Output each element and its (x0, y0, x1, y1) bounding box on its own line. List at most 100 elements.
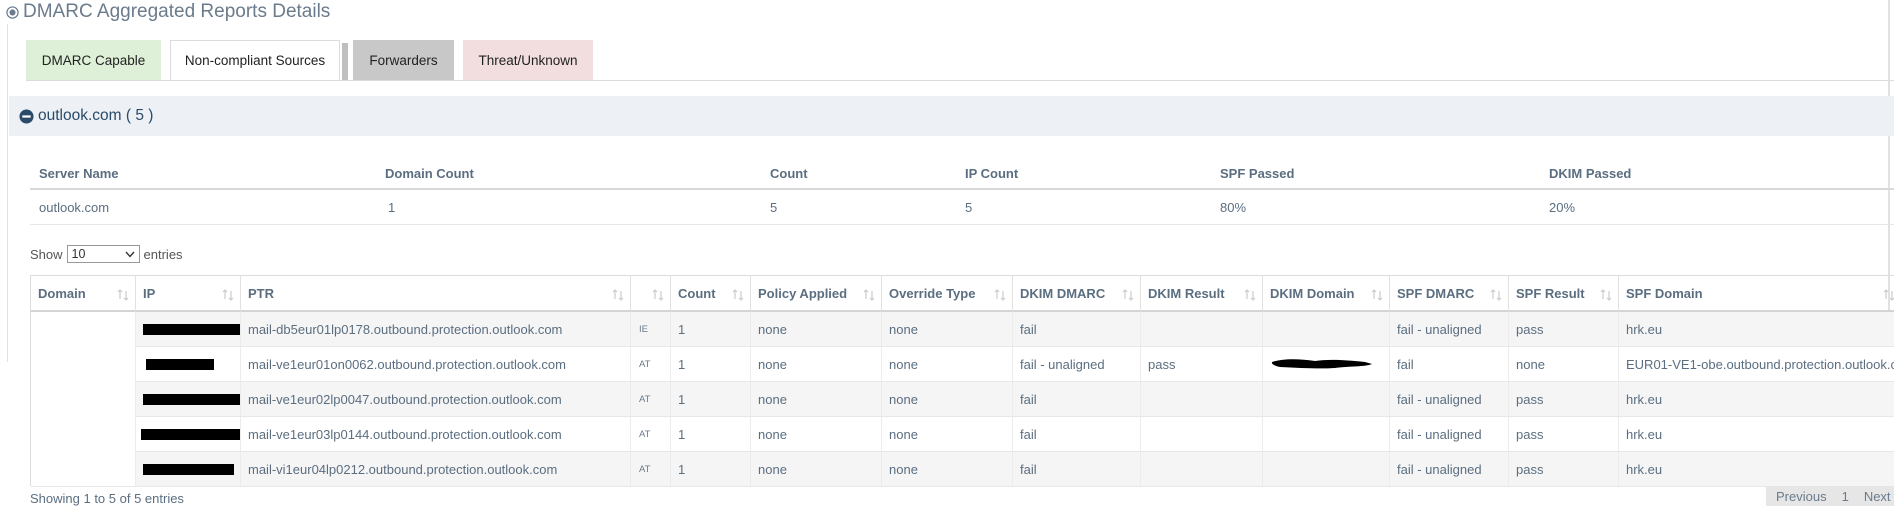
page-title-bar: DMARC Aggregated Reports Details (6, 0, 330, 24)
count-cell: 1 (671, 312, 751, 346)
column-label: PTR (248, 285, 274, 301)
count-cell: 1 (671, 382, 751, 416)
dkim-result-cell (1141, 382, 1263, 416)
minus-circle-icon[interactable] (19, 108, 34, 124)
redaction-bar (146, 358, 214, 370)
ip-cell (136, 312, 241, 346)
tab-threat-unknown[interactable]: Threat/Unknown (463, 40, 593, 80)
sort-icon (1371, 289, 1383, 301)
dkim-dmarc-cell: fail (1013, 382, 1141, 416)
ip-cell (136, 382, 241, 416)
column-label: DKIM Result (1148, 285, 1225, 301)
column-header-spf-result[interactable]: SPF Result (1509, 276, 1619, 312)
column-header-dkim-dmarc[interactable]: DKIM DMARC (1013, 276, 1141, 312)
redaction-bar (141, 428, 240, 440)
redaction-bar (143, 393, 240, 405)
column-header-dkim-result[interactable]: DKIM Result (1141, 276, 1263, 312)
chevron-down-icon (125, 251, 135, 258)
column-label: IP (143, 285, 156, 301)
count-cell: 1 (671, 417, 751, 451)
dkim-domain-cell (1263, 417, 1390, 451)
ptr-cell: mail-vi1eur04lp0212.outbound.protection.… (241, 452, 631, 486)
dkim-result-cell (1141, 312, 1263, 346)
page-title: DMARC Aggregated Reports Details (23, 1, 331, 22)
sort-icon (652, 289, 664, 301)
column-header-ptr[interactable]: PTR (241, 276, 631, 312)
column-label: Count (678, 285, 716, 301)
column-header-policy-applied[interactable]: Policy Applied (751, 276, 882, 312)
column-label: SPF DMARC (1397, 285, 1475, 301)
ptr-cell: mail-db5eur01lp0178.outbound.protection.… (241, 312, 631, 346)
column-header-spf-dmarc[interactable]: SPF DMARC (1390, 276, 1509, 312)
column-header-ip[interactable]: IP (136, 276, 241, 312)
pagination-previous[interactable]: Previous (1776, 489, 1827, 504)
summary-header-domain-count: Domain Count (385, 165, 474, 181)
sort-icon (222, 289, 234, 301)
spf-result-cell: pass (1509, 382, 1619, 416)
tab-label: Non-compliant Sources (184, 53, 326, 68)
summary-header-dkim-passed: DKIM Passed (1549, 165, 1632, 181)
summary-header-spf-passed: SPF Passed (1220, 165, 1295, 181)
sort-icon (863, 289, 875, 301)
panel-left-border (7, 24, 8, 362)
column-header-country[interactable] (631, 276, 671, 312)
sort-icon (1600, 289, 1612, 301)
country-cell: AT (631, 382, 671, 416)
dkim-result-cell (1141, 452, 1263, 486)
tab-dmarc-capable[interactable]: DMARC Capable (26, 40, 161, 80)
sort-icon (1122, 289, 1134, 301)
summary-ip-count: 5 (965, 199, 973, 215)
summary-row: outlook.com 1 5 5 80% 20% (30, 190, 1894, 225)
column-label: SPF Domain (1626, 285, 1703, 301)
radio-circle-icon (6, 5, 19, 19)
column-label: DKIM DMARC (1020, 285, 1106, 301)
sort-icon (994, 289, 1006, 301)
spf-result-cell: none (1509, 347, 1619, 381)
summary-header-server-name: Server Name (39, 165, 119, 181)
spf-dmarc-cell: fail (1390, 347, 1509, 381)
column-header-override-type[interactable]: Override Type (882, 276, 1013, 312)
column-header-dkim-domain[interactable]: DKIM Domain (1263, 276, 1390, 312)
pagination-page-1[interactable]: 1 (1842, 489, 1849, 504)
sort-icon (732, 289, 744, 301)
entries-select[interactable]: 10 (66, 245, 140, 263)
sort-icon (1883, 289, 1894, 301)
column-header-count[interactable]: Count (671, 276, 751, 312)
group-label: outlook.com ( 5 ) (38, 107, 154, 124)
dkim-dmarc-cell: fail - unaligned (1013, 347, 1141, 381)
column-header-domain[interactable]: Domain (31, 276, 136, 312)
ptr-cell: mail-ve1eur01on0062.outbound.protection.… (241, 347, 631, 381)
summary-header-count: Count (770, 165, 808, 181)
ip-cell (136, 452, 241, 486)
dkim-domain-cell (1263, 452, 1390, 486)
dkim-domain-cell (1263, 382, 1390, 416)
country-cell: AT (631, 452, 671, 486)
length-menu-suffix: entries (143, 246, 183, 262)
policy-cell: none (751, 347, 882, 381)
override-cell: none (882, 452, 1013, 486)
spf-domain-cell: EUR01-VE1-obe.outbound.protection.outloo… (1626, 356, 1894, 372)
override-cell: none (882, 417, 1013, 451)
ip-cell (136, 347, 241, 381)
country-cell: AT (631, 417, 671, 451)
redaction-bar (143, 323, 240, 335)
dkim-domain-cell (1263, 312, 1390, 346)
length-menu-prefix: Show (30, 246, 63, 262)
summary-spf-passed: 80% (1220, 199, 1247, 215)
summary-count: 5 (770, 199, 778, 215)
policy-cell: none (751, 452, 882, 486)
spf-domain-cell: hrk.eu (1626, 426, 1663, 442)
column-label: Domain (38, 285, 86, 301)
tab-non-compliant-sources[interactable]: Non-compliant Sources (170, 40, 348, 81)
sources-table: Domain IP PTR Count Policy Applied Overr… (30, 275, 1894, 487)
tab-separator (342, 43, 348, 81)
group-header[interactable]: outlook.com ( 5 ) (9, 96, 1894, 136)
pagination-next[interactable]: Next (1864, 489, 1891, 504)
spf-domain-cell: hrk.eu (1626, 461, 1663, 477)
column-header-spf-domain[interactable]: SPF Domain (1619, 276, 1894, 312)
ip-cell (136, 417, 241, 451)
spf-result-cell: pass (1509, 417, 1619, 451)
column-label: DKIM Domain (1270, 285, 1355, 301)
tab-forwarders[interactable]: Forwarders (353, 40, 454, 80)
dkim-domain-cell (1263, 347, 1390, 381)
